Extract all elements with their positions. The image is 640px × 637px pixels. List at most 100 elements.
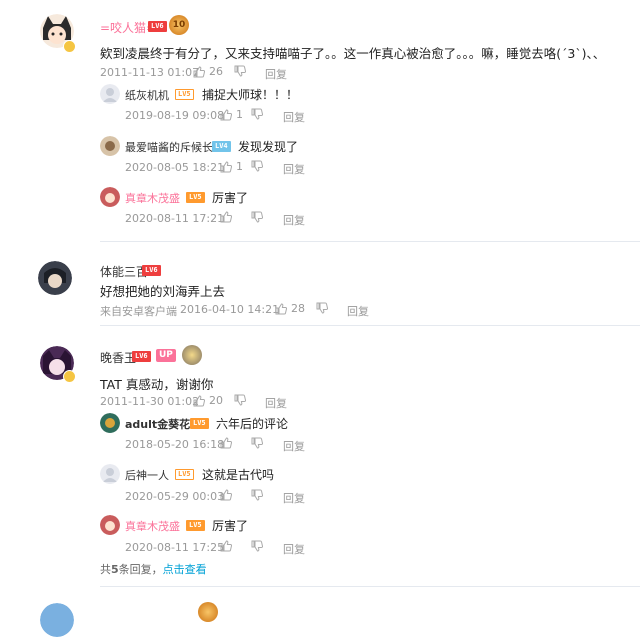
comment-text: TAT 真感动，谢谢你 [100,377,214,392]
more-replies: 共5条回复，点击查看 [100,561,207,577]
dislike-button[interactable] [234,394,246,406]
reply-button[interactable]: 回复 [283,161,305,177]
thumb-up-icon [220,161,232,173]
level-badge: LV6 [148,21,167,32]
comment-time: 2011-11-13 01:07 [100,66,200,79]
avatar[interactable] [38,261,72,295]
level-badge: LV5 [175,89,194,100]
level-badge: LV6 [132,351,151,362]
thumb-down-icon [234,394,246,406]
like-button[interactable]: 26 [193,65,223,78]
reply-time: 2020-05-29 00:03 [125,490,225,503]
thumb-down-icon [251,437,263,449]
avatar[interactable] [100,413,120,433]
reply-button[interactable]: 回复 [265,66,287,82]
level-badge: LV6 [142,265,161,276]
avatar[interactable] [100,84,120,104]
avatar[interactable] [100,187,120,207]
like-button[interactable]: 1 [220,160,243,173]
avatar[interactable] [100,136,120,156]
username[interactable]: 最爱喵酱的斥候长 [125,139,213,155]
more-suffix: 条回复， [118,563,163,576]
thumb-down-icon [251,211,263,223]
like-button[interactable]: 1 [220,108,243,121]
divider [100,325,640,326]
comment-text: 欸到凌晨终于有分了，又来支持喵喵子了。。这一作真心被治愈了。。。嘛，睡觉去咯(ˊ… [100,46,606,61]
up-badge: UP [156,349,176,362]
dislike-button[interactable] [316,302,328,314]
reply-text: 这就是古代吗 [202,468,275,482]
dislike-button[interactable] [251,160,263,172]
username[interactable]: 真章木茂盛 [125,518,180,534]
thumb-up-icon [220,489,232,501]
avatar[interactable] [100,515,120,535]
thumb-up-icon [193,66,205,78]
reply-button[interactable]: 回复 [347,303,369,319]
reply-text: 发现发现了 [238,140,299,154]
reply-time: 2020-08-05 18:21 [125,161,225,174]
like-count: 20 [209,394,223,407]
dislike-button[interactable] [251,108,263,120]
thumb-down-icon [251,108,263,120]
like-button[interactable] [220,540,236,552]
reply-button[interactable]: 回复 [283,438,305,454]
thumb-down-icon [316,302,328,314]
thumb-up-icon [193,395,205,407]
like-button[interactable] [220,211,236,223]
dislike-button[interactable] [234,65,246,77]
medal-badge-icon [198,602,218,622]
like-count: 1 [236,160,243,173]
reply-button[interactable]: 回复 [265,395,287,411]
avatar[interactable] [100,464,120,484]
like-button[interactable]: 28 [275,302,305,315]
thumb-down-icon [251,540,263,552]
like-button[interactable]: 20 [193,394,223,407]
vip-badge-icon [63,370,76,383]
comment-time: 2016-04-10 14:21 [180,303,280,316]
thumb-down-icon [251,160,263,172]
reply-button[interactable]: 回复 [283,490,305,506]
like-count: 26 [209,65,223,78]
reply-text: 捕捉大师球！！！ [202,88,299,102]
reply-button[interactable]: 回复 [283,109,305,125]
username[interactable]: 纸灰机机 [125,87,169,103]
medal-badge-icon: 10 [169,15,189,35]
comment-text: 好想把她的刘海弄上去 [100,284,226,299]
thumb-up-icon [220,109,232,121]
thumb-up-icon [220,437,232,449]
view-more-link[interactable]: 点击查看 [163,563,207,576]
comment-source: 来自安卓客户端 [100,305,177,318]
dislike-button[interactable] [251,437,263,449]
divider [100,241,640,242]
reply-time: 2018-05-20 16:18 [125,438,225,451]
level-badge: LV5 [175,469,194,480]
dislike-button[interactable] [251,489,263,501]
like-button[interactable] [220,437,236,449]
thumb-down-icon [234,65,246,77]
username[interactable]: adult金葵花 [125,416,190,432]
username[interactable]: 体能三百 [100,263,148,280]
thumb-up-icon [220,211,232,223]
thumb-up-icon [275,303,287,315]
avatar[interactable] [40,603,74,637]
username[interactable]: 后神一人 [125,467,169,483]
like-button[interactable] [220,489,236,501]
medal-badge-icon [182,345,202,365]
dislike-button[interactable] [251,211,263,223]
reply-time: 2019-08-19 09:08 [125,109,225,122]
thumb-up-icon [220,540,232,552]
vip-badge-icon [63,40,76,53]
reply-time: 2020-08-11 17:25 [125,541,225,554]
level-badge: LV5 [186,520,205,531]
level-badge: LV5 [190,418,209,429]
like-count: 28 [291,302,305,315]
dislike-button[interactable] [251,540,263,552]
reply-button[interactable]: 回复 [283,541,305,557]
username[interactable]: 真章木茂盛 [125,190,180,206]
more-prefix: 共 [100,563,111,576]
reply-button[interactable]: 回复 [283,212,305,228]
like-count: 1 [236,108,243,121]
username[interactable]: 晚香玉 [100,349,136,366]
reply-time: 2020-08-11 17:21 [125,212,225,225]
thumb-down-icon [251,489,263,501]
